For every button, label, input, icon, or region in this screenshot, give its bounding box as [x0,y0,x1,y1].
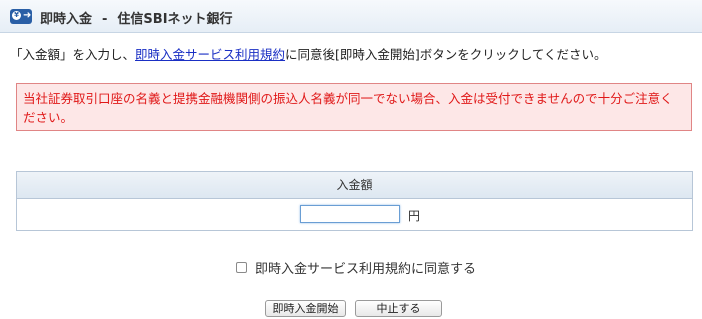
cancel-button[interactable]: 中止する [355,300,442,317]
title-separator: - [102,12,108,27]
warning-text: 当社証券取引口座の名義と提携金融機関側の振込人名義が同一でない場合、入金は受付で… [23,91,673,125]
agree-label: 即時入金サービス利用規約に同意する [255,262,477,277]
agree-checkbox[interactable] [236,262,247,273]
agreement-row[interactable]: 即時入金サービス利用規約に同意する [236,258,476,277]
instruction-after: に同意後[即時入金開始]ボタンをクリックしてください。 [285,47,607,62]
terms-link[interactable]: 即時入金サービス利用規約 [135,47,285,62]
title-text: 即時入金 [40,12,93,27]
amount-table: 入金額 円 [16,171,693,231]
amount-header: 入金額 [17,172,692,199]
warning-box: 当社証券取引口座の名義と提携金融機関側の振込人名義が同一でない場合、入金は受付で… [16,83,692,131]
instruction-before: 「入金額」を入力し、 [10,47,136,62]
amount-row: 円 [17,199,692,231]
yen-transfer-icon: ¥ ➜ [10,9,32,24]
amount-input[interactable] [300,205,400,223]
header-bar: ¥ ➜ 即時入金 - 住信SBIネット銀行 [0,0,702,33]
amount-unit: 円 [408,209,421,223]
page: ¥ ➜ 即時入金 - 住信SBIネット銀行 「入金額」を入力し、即時入金サービス利用… [0,0,702,319]
bank-name: 住信SBIネット銀行 [117,12,233,27]
start-deposit-button[interactable]: 即時入金開始 [265,300,346,317]
page-title: 即時入金 - 住信SBIネット銀行 [40,8,233,27]
instruction-text: 「入金額」を入力し、即時入金サービス利用規約に同意後[即時入金開始]ボタンをクリ… [10,44,607,63]
